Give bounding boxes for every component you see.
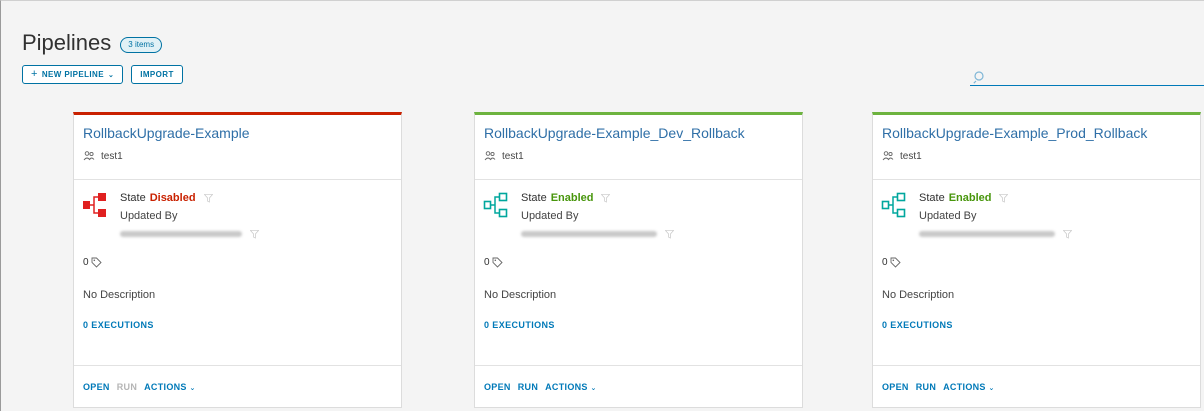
open-button[interactable]: OPEN	[882, 382, 909, 392]
project-name: test1	[101, 150, 123, 162]
search-icon[interactable]	[973, 70, 987, 84]
project-group-icon	[83, 151, 95, 161]
card-header: RollbackUpgrade-Example_Prod_Rollback te…	[873, 115, 1200, 180]
chevron-down-icon: ⌄	[107, 71, 115, 79]
state-value: Enabled	[948, 192, 992, 204]
tag-icon[interactable]	[890, 257, 901, 268]
plus-icon: +	[31, 68, 38, 80]
tag-icon[interactable]	[91, 257, 102, 268]
state-label: State	[919, 192, 945, 204]
card-footer: OPEN RUN ACTIONS ⌄	[873, 365, 1200, 407]
updated-by-label: Updated By	[919, 210, 977, 222]
run-button: RUN	[116, 381, 138, 392]
tag-count-value: 0	[484, 257, 490, 268]
pipeline-enabled-icon	[881, 192, 906, 218]
new-pipeline-label: NEW PIPELINE	[41, 70, 104, 79]
pipeline-name-link[interactable]: RollbackUpgrade-Example	[83, 125, 401, 141]
actions-label: ACTIONS	[943, 381, 986, 392]
actions-button[interactable]: ACTIONS ⌄	[545, 382, 597, 392]
actions-button[interactable]: ACTIONS ⌄	[144, 382, 196, 392]
executions-link[interactable]: 0 EXECUTIONS	[83, 320, 154, 330]
pipeline-description: No Description	[83, 289, 156, 301]
tag-count: 0	[484, 257, 503, 268]
card-body: State Disabled Updated By 0 No Descripti…	[74, 180, 401, 330]
pipeline-name-link[interactable]: RollbackUpgrade-Example_Dev_Rollback	[484, 125, 802, 141]
pipeline-enabled-icon	[483, 192, 508, 218]
project-name: test1	[502, 150, 524, 162]
filter-icon[interactable]	[665, 229, 674, 239]
chevron-down-icon: ⌄	[189, 384, 196, 392]
open-button[interactable]: OPEN	[484, 382, 511, 392]
tag-count: 0	[882, 257, 901, 268]
search-bar	[970, 68, 1204, 86]
pipeline-name-link[interactable]: RollbackUpgrade-Example_Prod_Rollback	[882, 125, 1200, 141]
actions-label: ACTIONS	[144, 381, 187, 392]
chevron-down-icon: ⌄	[988, 384, 995, 392]
project-info: test1	[882, 150, 1200, 162]
actions-label: ACTIONS	[545, 381, 588, 392]
updated-by-value	[120, 228, 401, 240]
pipeline-card: RollbackUpgrade-Example_Prod_Rollback te…	[872, 112, 1201, 408]
state-value: Disabled	[149, 192, 196, 204]
pipeline-card: RollbackUpgrade-Example_Dev_Rollback tes…	[474, 112, 803, 408]
redacted-email	[521, 231, 657, 237]
page-header: Pipelines 3 items	[22, 30, 163, 56]
run-button[interactable]: RUN	[518, 382, 538, 392]
card-body: State Enabled Updated By 0 No Descriptio…	[475, 180, 802, 330]
redacted-email	[120, 231, 242, 237]
state-label: State	[120, 192, 146, 204]
project-name: test1	[900, 150, 922, 162]
tag-count-value: 0	[83, 257, 89, 268]
state-value: Enabled	[550, 192, 594, 204]
executions-link[interactable]: 0 EXECUTIONS	[882, 320, 953, 330]
actions-button[interactable]: ACTIONS ⌄	[943, 382, 995, 392]
redacted-email	[919, 231, 1055, 237]
state-label: State	[521, 192, 547, 204]
card-body: State Enabled Updated By 0 No Descriptio…	[873, 180, 1200, 330]
new-pipeline-button[interactable]: + NEW PIPELINE ⌄	[22, 65, 124, 84]
page-title: Pipelines	[22, 30, 112, 55]
run-button[interactable]: RUN	[916, 382, 936, 392]
card-header: RollbackUpgrade-Example test1	[74, 115, 401, 180]
tag-icon[interactable]	[492, 257, 503, 268]
filter-icon[interactable]	[203, 193, 213, 203]
filter-icon[interactable]	[1063, 229, 1072, 239]
project-group-icon	[484, 151, 496, 161]
filter-icon[interactable]	[999, 193, 1009, 203]
project-info: test1	[484, 150, 802, 162]
pipeline-card: RollbackUpgrade-Example test1 State Disa…	[73, 112, 402, 408]
import-button[interactable]: IMPORT	[131, 65, 183, 84]
updated-by-label: Updated By	[120, 210, 178, 222]
card-footer: OPEN RUN ACTIONS ⌄	[475, 365, 802, 407]
open-button[interactable]: OPEN	[83, 382, 110, 392]
item-count-badge: 3 items	[120, 36, 163, 53]
executions-link[interactable]: 0 EXECUTIONS	[484, 320, 555, 330]
updated-by-value	[521, 228, 802, 240]
pipeline-description: No Description	[882, 289, 955, 301]
project-group-icon	[882, 151, 894, 161]
search-input[interactable]	[990, 70, 1204, 83]
filter-icon[interactable]	[250, 229, 259, 239]
chevron-down-icon: ⌄	[590, 384, 597, 392]
project-info: test1	[83, 150, 401, 162]
card-footer: OPEN RUN ACTIONS ⌄	[74, 365, 401, 407]
filter-icon[interactable]	[601, 193, 611, 203]
tag-count-value: 0	[882, 257, 888, 268]
pipeline-description: No Description	[484, 289, 557, 301]
tag-count: 0	[83, 257, 102, 268]
updated-by-label: Updated By	[521, 210, 579, 222]
pipeline-disabled-icon	[83, 193, 106, 217]
card-header: RollbackUpgrade-Example_Dev_Rollback tes…	[475, 115, 802, 180]
toolbar: + NEW PIPELINE ⌄ IMPORT	[22, 65, 183, 84]
updated-by-value	[919, 228, 1200, 240]
